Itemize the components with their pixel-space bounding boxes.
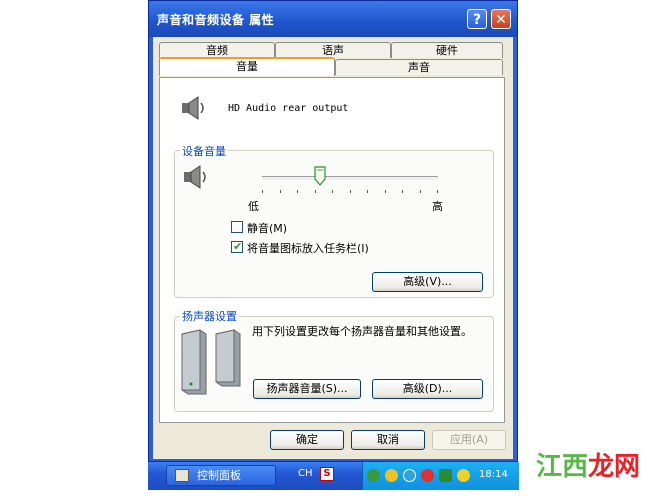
slider-tick — [437, 190, 438, 193]
taskbar-icon-label[interactable]: 将音量图标放入任务栏(I) — [247, 240, 369, 256]
title-bar[interactable]: 声音和音频设备 属性 ? ✕ — [149, 1, 517, 37]
speaker-settings-title: 扬声器设置 — [180, 308, 239, 324]
mute-checkbox[interactable] — [231, 221, 243, 233]
mute-label[interactable]: 静音(M) — [247, 220, 287, 236]
slider-tick — [332, 190, 333, 193]
slider-tick — [280, 190, 281, 193]
messenger-icon[interactable] — [385, 469, 398, 482]
check-icon: ✔ — [233, 240, 243, 253]
ok-button[interactable]: 确定 — [270, 430, 344, 450]
speaker-icon — [182, 96, 204, 120]
slider-tick — [315, 190, 316, 193]
volume-high-label: 高 — [432, 200, 443, 213]
volume-slider-ticks — [262, 190, 438, 194]
ime-icon[interactable]: S — [320, 467, 334, 481]
tray-plus-icon[interactable] — [457, 469, 470, 482]
speaker-settings-description: 用下列设置更改每个扬声器音量和其他设置。 — [252, 325, 472, 338]
help-button[interactable]: ? — [467, 9, 487, 29]
watermark-text: 江西龙网 — [536, 452, 641, 482]
taskbar: 控制面板 CH S 18:14 — [148, 462, 519, 490]
volume-slider-thumb[interactable] — [314, 166, 326, 186]
window-title: 声音和音频设备 属性 — [157, 13, 275, 27]
volume-advanced-button[interactable]: 高级(V)... — [372, 272, 483, 292]
volume-slider-track[interactable] — [262, 176, 438, 181]
speaker-advanced-button[interactable]: 高级(D)... — [372, 379, 483, 399]
speakers-icon — [181, 329, 241, 395]
qq-icon[interactable] — [421, 469, 434, 482]
ime-label[interactable]: CH — [298, 468, 313, 479]
volume-low-label: 低 — [248, 200, 259, 213]
device-volume-title: 设备音量 — [180, 143, 228, 159]
device-name: HD Audio rear output — [228, 103, 349, 114]
control-panel-icon — [175, 469, 189, 482]
cancel-button[interactable]: 取消 — [351, 430, 425, 450]
speaker-volume-button[interactable]: 扬声器音量(S)... — [253, 379, 361, 399]
tab-volume[interactable]: 音量 — [159, 57, 335, 76]
slider-tick — [262, 190, 263, 193]
desktop-background — [0, 0, 148, 500]
tab-hardware[interactable]: 硬件 — [391, 42, 503, 58]
system-tray: 18:14 — [362, 462, 519, 490]
slider-tick — [402, 190, 403, 193]
tab-audio[interactable]: 音频 — [159, 42, 275, 58]
apply-button[interactable]: 应用(A) — [432, 430, 506, 450]
slider-tick — [350, 190, 351, 193]
slider-tick — [367, 190, 368, 193]
network-icon[interactable] — [367, 469, 380, 482]
tab-sounds[interactable]: 声音 — [335, 59, 503, 75]
close-button[interactable]: ✕ — [491, 9, 511, 29]
slider-tick — [297, 190, 298, 193]
slider-tick — [420, 190, 421, 193]
taskbar-icon-checkbox[interactable]: ✔ — [231, 240, 243, 253]
volume-tray-icon[interactable] — [403, 469, 416, 482]
clock: 18:14 — [479, 469, 508, 480]
security-shield-icon[interactable] — [439, 469, 452, 482]
watermark-logo: 江西龙网 — [526, 446, 666, 486]
taskbar-item-label: 控制面板 — [197, 469, 241, 482]
taskbar-item-control-panel[interactable]: 控制面板 — [166, 465, 276, 486]
volume-speaker-icon — [184, 165, 206, 189]
tab-voice[interactable]: 语声 — [275, 42, 391, 58]
slider-tick — [385, 190, 386, 193]
